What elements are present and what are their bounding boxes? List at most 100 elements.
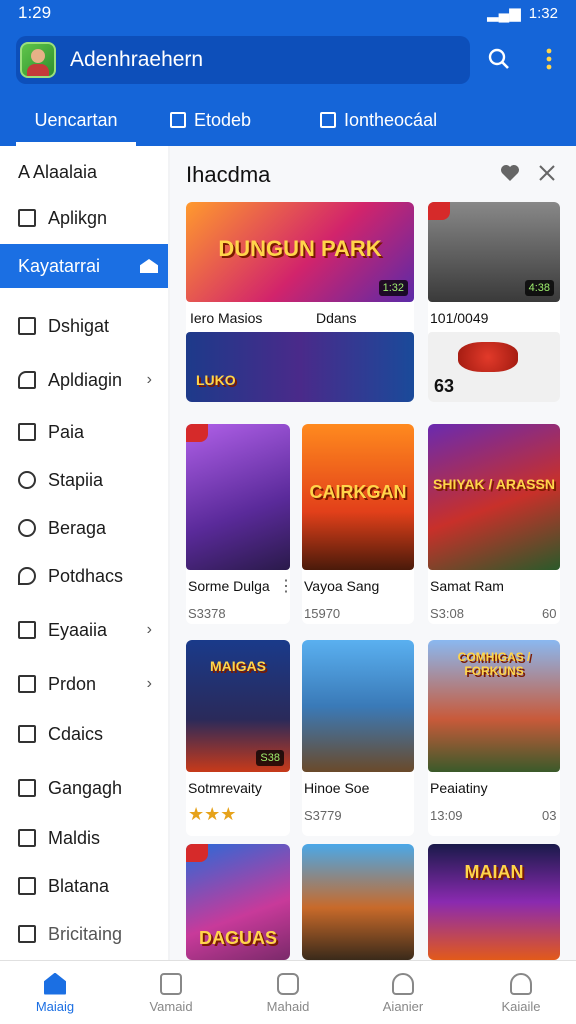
sidebar-item-label: Gangagh <box>48 777 123 798</box>
card-title: Vayoa Sang <box>304 578 380 594</box>
strip-text: 63 <box>434 376 455 396</box>
sidebar-item-0[interactable]: A Alaalaia <box>0 150 168 194</box>
game-thumbnail: MAIAN <box>428 844 560 960</box>
featured-card-1[interactable]: 4:38 101/0049 63 <box>428 202 560 402</box>
gear-icon <box>18 471 36 489</box>
game-card[interactable]: Sorme Dulga S3378 <box>186 424 290 624</box>
app-title-bar[interactable]: Adenhraehern <box>16 36 470 84</box>
game-thumbnail: SHIYAK / ARASSN <box>428 424 560 570</box>
nav-label: Mahaid <box>266 998 310 1014</box>
bookmark-icon <box>18 371 36 389</box>
strip-text: LUKO <box>196 372 236 388</box>
game-card[interactable]: COMHIGAS / FORKUNS Peaiatiny 13:09 <box>428 640 560 836</box>
nav-account[interactable]: Aianier <box>353 961 453 1024</box>
content-title: Ihacdma <box>186 162 271 187</box>
game-thumbnail <box>302 844 414 960</box>
app-icon <box>18 209 36 227</box>
sidebar-item-label: Cdaics <box>48 723 104 744</box>
game-thumbnail: 4:38 <box>428 202 560 302</box>
sidebar-item-label: Apldiagin <box>48 369 123 390</box>
sidebar-item-label: Beraga <box>48 517 107 538</box>
checkbox-icon <box>18 621 36 639</box>
sidebar-item-10[interactable]: Prdon › <box>0 662 168 706</box>
thumbnail-text: CAIRKGAN <box>309 482 407 502</box>
page-icon <box>18 423 36 441</box>
search-icon[interactable] <box>482 42 516 76</box>
game-card[interactable]: MAIGAS S38 Sotmrevaity ★★★ <box>186 640 290 836</box>
card-title: Sotmrevaity <box>188 780 262 796</box>
status-time: 1:29 <box>18 3 52 22</box>
sidebar-item-label: Blatana <box>48 875 110 896</box>
card-sub: S3779 <box>304 808 342 823</box>
sidebar-item-12[interactable]: Gangagh <box>0 766 168 810</box>
status-right-time: 1:32 <box>528 4 558 22</box>
heart-icon[interactable] <box>500 162 520 188</box>
nav-label: Kaiaile <box>501 998 541 1014</box>
sidebar-item-label: Stapiia <box>48 469 104 490</box>
card-title: 101/0049 <box>430 310 489 326</box>
user-icon <box>18 519 36 537</box>
thumbnail-text: DAGUAS <box>198 928 277 948</box>
tab-0[interactable]: Uencartan <box>16 94 136 146</box>
nav-home[interactable]: Maiaig <box>5 961 105 1024</box>
status-bar: 1:29 ▂▄▆ 1:32 <box>0 0 576 26</box>
game-card[interactable]: MAIAN <box>428 844 560 960</box>
sidebar-item-11[interactable]: Cdaics <box>0 712 168 756</box>
game-card[interactable]: DAGUAS <box>186 844 290 960</box>
tab-label: Etodeb <box>194 109 252 130</box>
featured-card-0[interactable]: DUNGUN PARK 1:32 Iero Masios Ddans LUKO <box>186 202 414 402</box>
sidebar-item-4[interactable]: Apldiagin › <box>0 358 168 402</box>
resize-icon <box>18 829 36 847</box>
sidebar-item-5[interactable]: Paia <box>0 410 168 454</box>
game-thumbnail: DUNGUN PARK 1:32 <box>186 202 414 302</box>
nav-clock[interactable]: Mahaid <box>238 961 338 1024</box>
sidebar-item-15[interactable]: Bricitaing <box>0 912 168 956</box>
duration-badge: S38 <box>256 750 284 766</box>
tab-2[interactable]: Iontheocáal <box>320 94 450 146</box>
game-card[interactable]: Hinoe Soe S3779 <box>302 640 414 836</box>
export-icon <box>18 877 36 895</box>
chevron-right-icon: › <box>146 675 152 692</box>
bottom-nav: Maiaig Vamaid Mahaid Aianier Kaiaile <box>0 960 576 1024</box>
clock-icon <box>277 972 299 995</box>
card-title: Sorme Dulga <box>188 578 270 594</box>
sidebar-item-3[interactable]: Dshigat <box>0 304 168 348</box>
chevron-right-icon: › <box>146 621 152 638</box>
sidebar-item-14[interactable]: Blatana <box>0 864 168 908</box>
chevron-right-icon: › <box>146 371 152 388</box>
profile-icon <box>510 972 532 995</box>
sidebar-item-13[interactable]: Maldis <box>0 816 168 860</box>
square-icon <box>18 675 36 693</box>
edit-icon <box>320 112 336 128</box>
card-title: Samat Ram <box>430 578 504 594</box>
sidebar-item-6[interactable]: Stapiia <box>0 458 168 502</box>
strip-thumbnail: 63 <box>428 332 560 402</box>
game-card[interactable] <box>302 844 414 960</box>
game-thumbnail <box>302 640 414 772</box>
nav-grid[interactable]: Vamaid <box>121 961 221 1024</box>
game-thumbnail: COMHIGAS / FORKUNS <box>428 640 560 772</box>
card-sub: S3378 <box>188 606 226 621</box>
card-sub: S3:08 <box>430 606 464 621</box>
nav-label: Maiaig <box>35 998 75 1014</box>
app-bar: 1:29 ▂▄▆ 1:32 Adenhraehern Uencartan Eto… <box>0 0 576 146</box>
tab-bar: Uencartan Etodeb Iontheocáal <box>0 94 576 146</box>
thumbnail-text: SHIYAK / ARASSN <box>433 476 555 492</box>
sidebar-item-9[interactable]: Eyaaiia › <box>0 608 168 652</box>
sidebar-item-2[interactable]: Kayatarrai <box>0 244 168 288</box>
avatar[interactable] <box>20 42 56 78</box>
home-icon <box>140 259 158 273</box>
sidebar-item-label: Maldis <box>48 827 101 848</box>
signal-icon: ▂▄▆ <box>487 5 521 22</box>
close-icon[interactable] <box>538 162 556 188</box>
nav-profile[interactable]: Kaiaile <box>471 961 571 1024</box>
game-card[interactable]: SHIYAK / ARASSN Samat Ram S3:08 <box>428 424 560 624</box>
sidebar-item-7[interactable]: Beraga <box>0 506 168 550</box>
sidebar-item-1[interactable]: Aplikgn <box>0 196 168 240</box>
tab-1[interactable]: Etodeb <box>170 94 280 146</box>
tab-label: Iontheocáal <box>344 109 438 130</box>
more-options-icon[interactable] <box>532 42 566 76</box>
nav-label: Aianier <box>382 998 424 1014</box>
game-card[interactable]: CAIRKGAN Vayoa Sang 15970 <box>302 424 414 624</box>
sidebar-item-8[interactable]: Potdhacs <box>0 554 168 598</box>
